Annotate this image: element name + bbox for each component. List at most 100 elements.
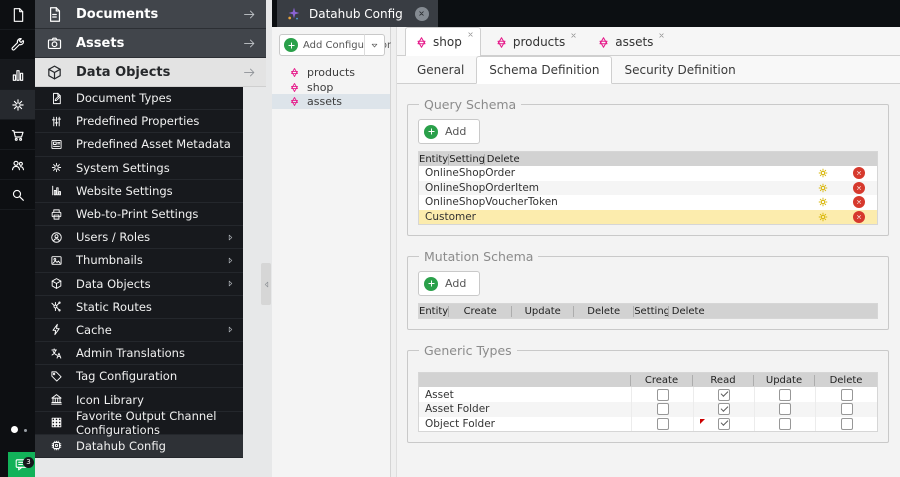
configuration-tree-item[interactable]: shop <box>272 80 390 95</box>
delete-cell[interactable] <box>841 210 877 225</box>
submenu-item[interactable]: Predefined Properties <box>35 110 243 134</box>
configuration-tab[interactable]: assets <box>588 29 671 55</box>
query-table-row[interactable]: OnlineShopOrderItem <box>419 180 877 196</box>
checkbox <box>779 417 791 430</box>
generic-table-row: Asset Folder <box>419 401 877 417</box>
submenu-item[interactable]: Tag Configuration <box>35 365 243 389</box>
settings-cell[interactable] <box>805 210 841 225</box>
iconbar-item[interactable] <box>0 30 35 60</box>
generic-types-legend: Generic Types <box>424 343 512 359</box>
configuration-name: shop <box>307 80 334 94</box>
definition-subtab[interactable]: Security Definition <box>612 57 747 83</box>
menu-header[interactable]: Assets <box>35 29 266 58</box>
type-label-cell: Asset Folder <box>425 403 490 416</box>
iconbar-item[interactable] <box>0 120 35 150</box>
settings-cell[interactable] <box>805 195 841 210</box>
settings-cell[interactable] <box>805 181 841 196</box>
add-configuration-button[interactable]: Add Configuration <box>279 34 393 56</box>
configuration-tab[interactable]: shop <box>405 27 481 56</box>
tab-close-icon[interactable] <box>658 32 665 39</box>
query-table-row[interactable]: OnlineShopOrder <box>419 166 877 181</box>
update-checkbox-cell[interactable] <box>754 416 815 432</box>
delete-cell[interactable] <box>841 195 877 210</box>
create-checkbox-cell[interactable] <box>631 387 693 402</box>
query-table-row[interactable]: Customer <box>419 209 877 225</box>
close-icon[interactable] <box>414 6 429 21</box>
menu-header[interactable]: Data Objects <box>35 58 266 87</box>
chat-button[interactable]: 3 <box>8 452 35 477</box>
submenu-item-label: Tag Configuration <box>76 369 178 384</box>
submenu-item[interactable]: Datahub Config <box>35 434 243 458</box>
query-table-row[interactable]: OnlineShopVoucherToken <box>419 195 877 210</box>
definition-subtab[interactable]: General <box>405 57 476 83</box>
type-label-cell: Object Folder <box>425 417 495 430</box>
delete-cell[interactable] <box>841 166 877 181</box>
arrow-right-icon <box>242 36 257 51</box>
submenu-item-label: Predefined Asset Metadata <box>76 137 231 152</box>
create-checkbox-cell[interactable] <box>631 401 693 417</box>
query-table-header: EntitySettingsDelete <box>419 152 877 166</box>
delete-cell[interactable] <box>841 181 877 196</box>
column-header: Entity <box>419 305 450 317</box>
iconbar-item[interactable] <box>0 0 35 30</box>
iconbar-item[interactable] <box>0 60 35 90</box>
submenu-item[interactable]: Admin Translations <box>35 342 243 366</box>
read-checkbox-cell[interactable] <box>693 416 754 432</box>
submenu-item[interactable]: Data Objects <box>35 273 243 296</box>
delete-checkbox-cell[interactable] <box>815 416 877 432</box>
column-header: Read <box>693 374 754 386</box>
dot-indicator <box>11 426 18 433</box>
meta-icon <box>50 138 63 151</box>
update-checkbox-cell[interactable] <box>754 387 815 402</box>
iconbar-item[interactable] <box>0 150 35 180</box>
panel-collapse-handle[interactable] <box>261 263 271 305</box>
update-checkbox-cell[interactable] <box>754 401 815 417</box>
iconbar-item[interactable] <box>0 90 35 120</box>
submenu-item[interactable]: Web-to-Print Settings <box>35 203 243 227</box>
configuration-tree-item[interactable]: assets <box>272 94 390 110</box>
read-checkbox-cell[interactable] <box>693 387 754 402</box>
workspace-tab-datahub[interactable]: Datahub Config <box>277 0 438 27</box>
entity-cell: OnlineShopOrderItem <box>425 181 540 194</box>
query-add-button[interactable]: Add <box>418 119 481 144</box>
iconbar-item[interactable] <box>0 180 35 210</box>
configuration-tree-item[interactable]: products <box>272 65 390 80</box>
definition-subtab[interactable]: Schema Definition <box>476 56 613 84</box>
submenu-item[interactable]: Document Types <box>35 87 243 111</box>
create-checkbox-cell[interactable] <box>631 416 693 432</box>
tab-close-icon[interactable] <box>570 32 577 39</box>
bolt-icon <box>50 323 63 336</box>
entity-cell: OnlineShopOrder <box>425 167 516 180</box>
menu-header[interactable]: Documents <box>35 0 266 29</box>
mutation-table-header: EntityCreateUpdateDeleteSettingsDelete <box>419 304 877 319</box>
submenu-item[interactable]: Website Settings <box>35 180 243 203</box>
gear-icon <box>10 97 26 113</box>
submenu-item[interactable]: Predefined Asset Metadata <box>35 133 243 157</box>
users-icon <box>10 157 26 173</box>
delete-checkbox-cell[interactable] <box>815 387 877 402</box>
definition-subtab-label: General <box>417 63 465 77</box>
chevron-right-icon <box>226 233 235 242</box>
read-checkbox-cell[interactable] <box>693 401 754 417</box>
arrow-right-icon <box>242 7 257 22</box>
mutation-add-button[interactable]: Add <box>418 271 481 297</box>
menu-header-label: Data Objects <box>76 64 171 80</box>
submenu-item[interactable]: Cache <box>35 319 243 343</box>
delete-checkbox-cell[interactable] <box>815 401 877 417</box>
submenu-item[interactable]: Users / Roles <box>35 226 243 250</box>
column-header: Create <box>631 374 693 386</box>
submenu-item[interactable]: Thumbnails <box>35 249 243 273</box>
column-header: Delete <box>829 374 863 386</box>
configuration-tab[interactable]: products <box>486 29 583 55</box>
settings-cell[interactable] <box>805 166 841 181</box>
submenu-item[interactable]: Static Routes <box>35 296 243 319</box>
submenu-item-label: Static Routes <box>76 299 152 314</box>
tab-close-icon[interactable] <box>467 31 474 38</box>
hexagram-icon <box>495 36 508 49</box>
hexagram-icon <box>289 82 300 93</box>
workspace-tab-label: Datahub Config <box>309 6 403 21</box>
add-configuration-dropdown[interactable] <box>364 34 385 56</box>
submenu-item[interactable]: System Settings <box>35 157 243 180</box>
submenu-item[interactable]: Favorite Output Channel Configurations <box>35 409 243 437</box>
grid-icon <box>50 416 63 429</box>
